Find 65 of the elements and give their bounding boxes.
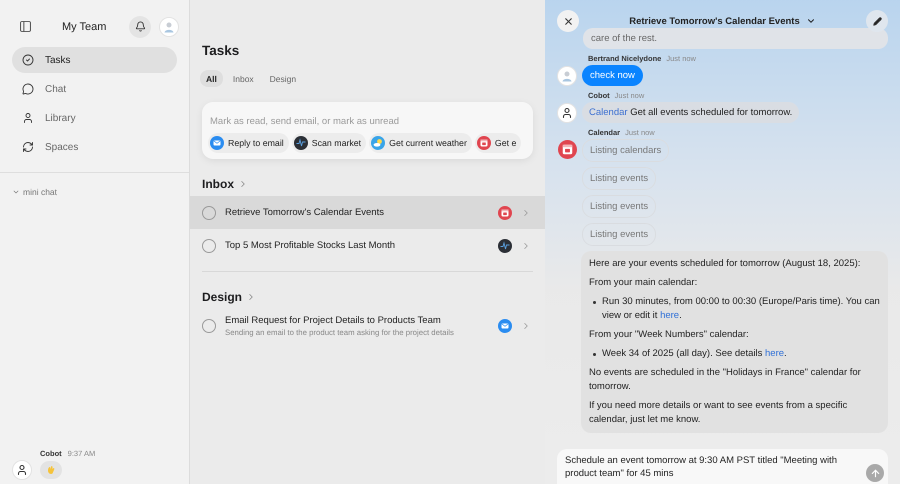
speech-bubble-icon (22, 83, 34, 95)
suggestion-chip[interactable]: Reply to email (208, 133, 289, 153)
nav-item[interactable]: Spaces (12, 134, 177, 160)
person-outline-icon (12, 460, 32, 480)
task-title: Retrieve Tomorrow's Calendar Events (225, 207, 385, 218)
filter-tab[interactable]: Inbox (226, 70, 260, 87)
chat-title: Retrieve Tomorrow's Calendar Events (629, 16, 800, 26)
message-input[interactable]: Schedule an event tomorrow at 9:30 AM PST titled "Meeting with product team" for 45 mins (557, 449, 888, 484)
circular-arrows-icon (22, 141, 34, 153)
group-heading: Design (202, 290, 242, 304)
team-name: My Team (62, 20, 108, 32)
suggestion-chip[interactable]: Get e (474, 133, 522, 153)
status-pill: Listing calendars (582, 139, 670, 162)
reply-paragraph: From your "Week Numbers" calendar: (589, 328, 750, 342)
message-input-text: Schedule an event tomorrow at 9:30 AM PST titled "Meeting with product team" for 45 mins (565, 454, 838, 480)
reply-paragraph: From your main calendar: (589, 276, 698, 290)
calendar-icon (498, 206, 512, 220)
task-title: Email Request for Project Details to Products Team (225, 314, 442, 326)
message-bubble: check now (582, 65, 643, 86)
reply-paragraph: Here are your events scheduled for tomorrow (August 18, 2025): (589, 257, 862, 271)
sun-cloud-icon (371, 136, 386, 150)
bullet-text: Run 30 minutes, from 00:00 to 00:30 (Europe/Paris time). You can view or edit it here. (602, 295, 880, 323)
filter-tab[interactable]: All (200, 70, 223, 87)
task-title: Top 5 Most Profitable Stocks Last Month (225, 240, 396, 251)
nav-item[interactable]: Tasks (12, 47, 177, 73)
nav-item[interactable]: Chat (12, 76, 177, 102)
group-heading: Inbox (202, 177, 234, 191)
envelope-icon (210, 136, 224, 150)
notification-bell-icon[interactable] (129, 16, 151, 38)
status-pill: Listing events (582, 167, 656, 190)
bullet-dot (593, 301, 596, 304)
pencil-icon[interactable] (866, 10, 888, 32)
person-icon (22, 112, 34, 124)
filter-tab[interactable]: Design (264, 70, 302, 87)
task-checkbox[interactable] (202, 206, 216, 220)
task-row[interactable]: Retrieve Tomorrow's Calendar Events (190, 196, 545, 229)
waving-hand-icon (46, 465, 56, 475)
link[interactable]: here (765, 348, 784, 359)
command-input[interactable]: Mark as read, send email, or mark as unread (208, 116, 528, 127)
task-checkbox[interactable] (202, 238, 216, 252)
arrow-up-icon (870, 468, 880, 478)
status-pill: Listing events (582, 195, 656, 218)
envelope-icon (498, 318, 512, 332)
check-circle-icon (22, 54, 34, 66)
task-checkbox[interactable] (202, 318, 216, 332)
section-toggle[interactable]: mini chat (12, 187, 189, 197)
calendar-icon (476, 136, 491, 150)
page-title: Tasks (202, 43, 240, 58)
close-icon[interactable] (557, 10, 579, 32)
reply-paragraph: If you need more details or want to see events from a specific calendar, just let me know. (589, 399, 848, 427)
bullet-dot (593, 353, 596, 356)
person-silhouette-icon (561, 70, 573, 82)
status-pill: Listing events (582, 223, 656, 246)
nav-item[interactable]: Library (12, 105, 177, 131)
calendar-icon (558, 140, 576, 159)
link[interactable]: here (660, 310, 680, 321)
suggestion-chip[interactable]: Scan market (292, 133, 366, 153)
person-outline-icon (557, 103, 577, 123)
reply-paragraph: No events are scheduled in the "Holidays in France" calendar for tomorrow. (589, 366, 862, 394)
bullet-text: Week 34 of 2025 (all day). See details here. (602, 347, 787, 361)
message-bubble: care of the rest. (583, 28, 888, 49)
tool-call-bubble: Calendar Get all events scheduled for tomorrow. (582, 102, 800, 123)
person-silhouette-icon (163, 20, 175, 32)
chevron-down-icon (12, 188, 20, 196)
suggestion-chip[interactable]: Get current weather (369, 133, 472, 153)
